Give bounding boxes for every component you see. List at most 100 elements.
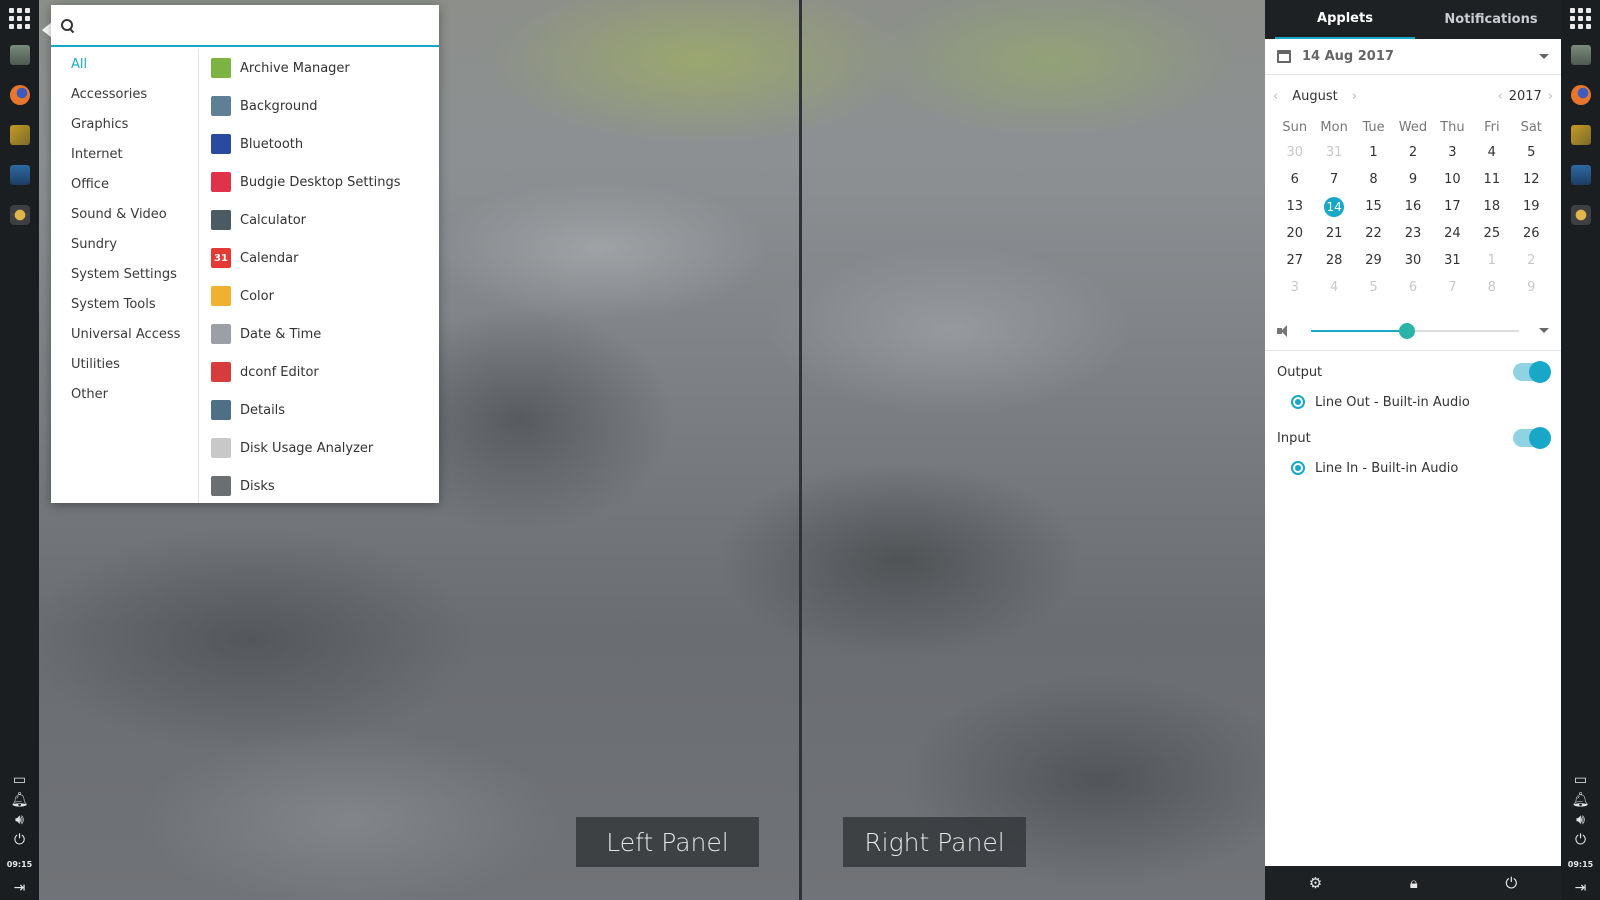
dock-video-launcher[interactable]: [0, 162, 39, 188]
dock-folder-launcher[interactable]: [0, 122, 39, 148]
logout-icon[interactable]: ⇥: [1561, 880, 1600, 896]
calendar-day[interactable]: 5: [1512, 139, 1551, 166]
category-item[interactable]: Sundry: [51, 229, 198, 259]
calendar-day[interactable]: 19: [1512, 193, 1551, 220]
app-item[interactable]: Details: [200, 391, 439, 429]
app-item[interactable]: Bluetooth: [200, 125, 439, 163]
calendar-day[interactable]: 23: [1393, 220, 1432, 247]
calendar-day[interactable]: 4: [1314, 274, 1353, 301]
category-item[interactable]: Utilities: [51, 349, 198, 379]
chevron-down-icon[interactable]: [1539, 328, 1549, 333]
volume-icon[interactable]: 🔊︎: [1561, 812, 1600, 828]
calendar-day[interactable]: 9: [1512, 274, 1551, 301]
calendar-day[interactable]: 3: [1433, 139, 1472, 166]
category-item[interactable]: System Settings: [51, 259, 198, 289]
app-item[interactable]: Archive Manager: [200, 49, 439, 87]
calendar-day[interactable]: 7: [1314, 166, 1353, 193]
calendar-day[interactable]: 27: [1275, 247, 1314, 274]
calendar-day[interactable]: 6: [1393, 274, 1432, 301]
calendar-day[interactable]: 6: [1275, 166, 1314, 193]
prev-year-icon[interactable]: ‹: [1498, 89, 1503, 104]
calendar-day[interactable]: 16: [1393, 193, 1432, 220]
app-item[interactable]: Calculator: [200, 201, 439, 239]
volume-icon[interactable]: 🔊︎: [0, 812, 39, 828]
category-item[interactable]: Office: [51, 169, 198, 199]
app-item[interactable]: Date & Time: [200, 315, 439, 353]
calendar-day[interactable]: 14: [1314, 193, 1353, 220]
chevron-down-icon[interactable]: [1539, 54, 1549, 59]
power-icon[interactable]: ⏻: [1505, 874, 1517, 892]
calendar-day[interactable]: 24: [1433, 220, 1472, 247]
next-year-icon[interactable]: ›: [1548, 89, 1553, 104]
category-item[interactable]: Other: [51, 379, 198, 409]
radio-selected-icon[interactable]: [1291, 395, 1305, 409]
app-item[interactable]: 31 Calendar: [200, 239, 439, 277]
calendar-day[interactable]: 8: [1354, 166, 1393, 193]
calendar-day[interactable]: 18: [1472, 193, 1511, 220]
notification-bell-icon[interactable]: 🔔︎: [0, 792, 39, 808]
category-item[interactable]: System Tools: [51, 289, 198, 319]
calendar-day[interactable]: 22: [1354, 220, 1393, 247]
calendar-day[interactable]: 30: [1393, 247, 1432, 274]
calendar-day[interactable]: 29: [1354, 247, 1393, 274]
calendar-day[interactable]: 13: [1275, 193, 1314, 220]
calendar-day[interactable]: 25: [1472, 220, 1511, 247]
output-device-option[interactable]: Line Out - Built-in Audio: [1265, 387, 1561, 417]
calendar-day[interactable]: 28: [1314, 247, 1353, 274]
settings-gear-icon[interactable]: ⚙: [1309, 874, 1322, 892]
dock-folder-launcher[interactable]: [1561, 122, 1600, 148]
app-item[interactable]: Disk Usage Analyzer: [200, 429, 439, 467]
calendar-day[interactable]: 15: [1354, 193, 1393, 220]
dock-files-launcher[interactable]: [1561, 42, 1600, 68]
clock[interactable]: 09:15: [1561, 858, 1600, 870]
calendar-day[interactable]: 12: [1512, 166, 1551, 193]
calendar-header[interactable]: 14 Aug 2017: [1265, 39, 1561, 75]
calendar-day[interactable]: 10: [1433, 166, 1472, 193]
calendar-day[interactable]: 31: [1433, 247, 1472, 274]
speaker-icon[interactable]: [1277, 324, 1291, 337]
tab-notifications[interactable]: Notifications: [1421, 0, 1561, 39]
next-month-icon[interactable]: ›: [1352, 89, 1357, 104]
category-item[interactable]: Graphics: [51, 109, 198, 139]
calendar-day[interactable]: 8: [1472, 274, 1511, 301]
category-item[interactable]: Universal Access: [51, 319, 198, 349]
calendar-day[interactable]: 26: [1512, 220, 1551, 247]
volume-slider[interactable]: [1311, 322, 1519, 339]
calendar-day[interactable]: 1: [1472, 247, 1511, 274]
category-item[interactable]: Accessories: [51, 79, 198, 109]
app-item[interactable]: Budgie Desktop Settings: [200, 163, 439, 201]
show-desktop-icon[interactable]: ▭: [1561, 772, 1600, 788]
prev-month-icon[interactable]: ‹: [1273, 89, 1278, 104]
dock-files-launcher[interactable]: [0, 42, 39, 68]
calendar-day[interactable]: 2: [1393, 139, 1432, 166]
category-item[interactable]: Sound & Video: [51, 199, 198, 229]
calendar-day[interactable]: 3: [1275, 274, 1314, 301]
calendar-day[interactable]: 11: [1472, 166, 1511, 193]
calendar-day[interactable]: 17: [1433, 193, 1472, 220]
calendar-day[interactable]: 30: [1275, 139, 1314, 166]
calendar-day[interactable]: 5: [1354, 274, 1393, 301]
notification-bell-icon[interactable]: 🔔︎: [1561, 792, 1600, 808]
calendar-day[interactable]: 31: [1314, 139, 1353, 166]
calendar-day[interactable]: 9: [1393, 166, 1432, 193]
slider-handle[interactable]: [1398, 322, 1415, 339]
menu-button[interactable]: [1561, 5, 1600, 31]
calendar-day[interactable]: 2: [1512, 247, 1551, 274]
menu-button[interactable]: [0, 5, 39, 31]
show-desktop-icon[interactable]: ▭: [0, 772, 39, 788]
calendar-day[interactable]: 1: [1354, 139, 1393, 166]
search-input[interactable]: [82, 10, 422, 40]
dock-music-launcher[interactable]: [1561, 202, 1600, 228]
dock-firefox-launcher[interactable]: [1561, 82, 1600, 108]
category-item[interactable]: All: [51, 49, 198, 79]
logout-icon[interactable]: ⇥: [0, 880, 39, 896]
app-item[interactable]: Background: [200, 87, 439, 125]
app-item[interactable]: Disks: [200, 467, 439, 505]
dock-video-launcher[interactable]: [1561, 162, 1600, 188]
app-item[interactable]: Color: [200, 277, 439, 315]
calendar-day[interactable]: 4: [1472, 139, 1511, 166]
calendar-day[interactable]: 20: [1275, 220, 1314, 247]
power-icon[interactable]: ⏻: [1561, 832, 1600, 848]
power-icon[interactable]: ⏻: [0, 832, 39, 848]
tab-applets[interactable]: Applets: [1275, 0, 1415, 39]
